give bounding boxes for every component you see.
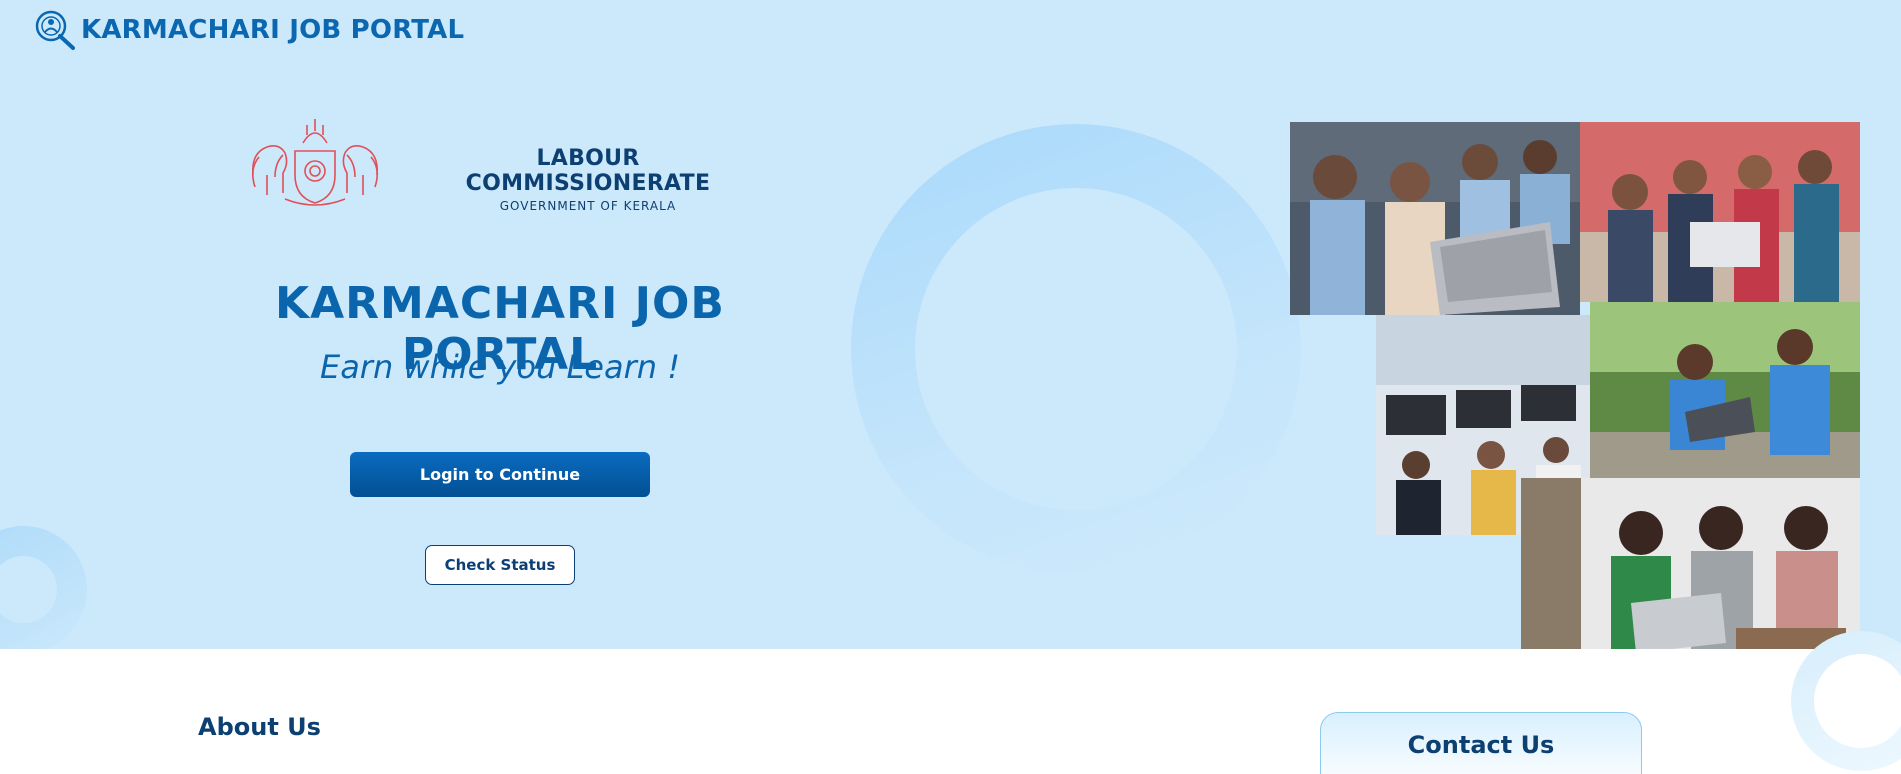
contact-us-card: Contact Us [1320,712,1642,774]
check-status-button[interactable]: Check Status [425,545,575,585]
department-subtitle: GOVERNMENT OF KERALA [499,199,677,213]
decorative-ring-small [0,526,87,649]
kerala-emblem-icon [251,119,379,206]
about-us-heading: About Us [198,713,321,741]
decorative-ring-right [1791,631,1901,771]
site-brand[interactable]: KARMACHARI JOB PORTAL [33,8,464,52]
department-name: LABOUR COMMISSIONERATE [465,146,711,196]
magnifier-person-icon [35,10,75,50]
photo-young-adults-laptop [1580,122,1860,302]
hero-tagline: Earn while you Learn ! [319,348,681,386]
photo-students-teacher [1290,122,1580,315]
contact-us-heading: Contact Us [1407,731,1555,759]
photo-women-studying [1521,478,1860,649]
decorative-ring [851,124,1301,574]
site-title: KARMACHARI JOB PORTAL [81,15,465,45]
login-button[interactable]: Login to Continue [350,452,650,497]
hero-section: KARMACHARI JOB PORTAL LABOUR COMMISSIONE… [0,0,1901,649]
photo-girls-outdoors [1590,302,1860,480]
department-header: LABOUR COMMISSIONERATE GOVERNMENT OF KER… [422,146,754,213]
